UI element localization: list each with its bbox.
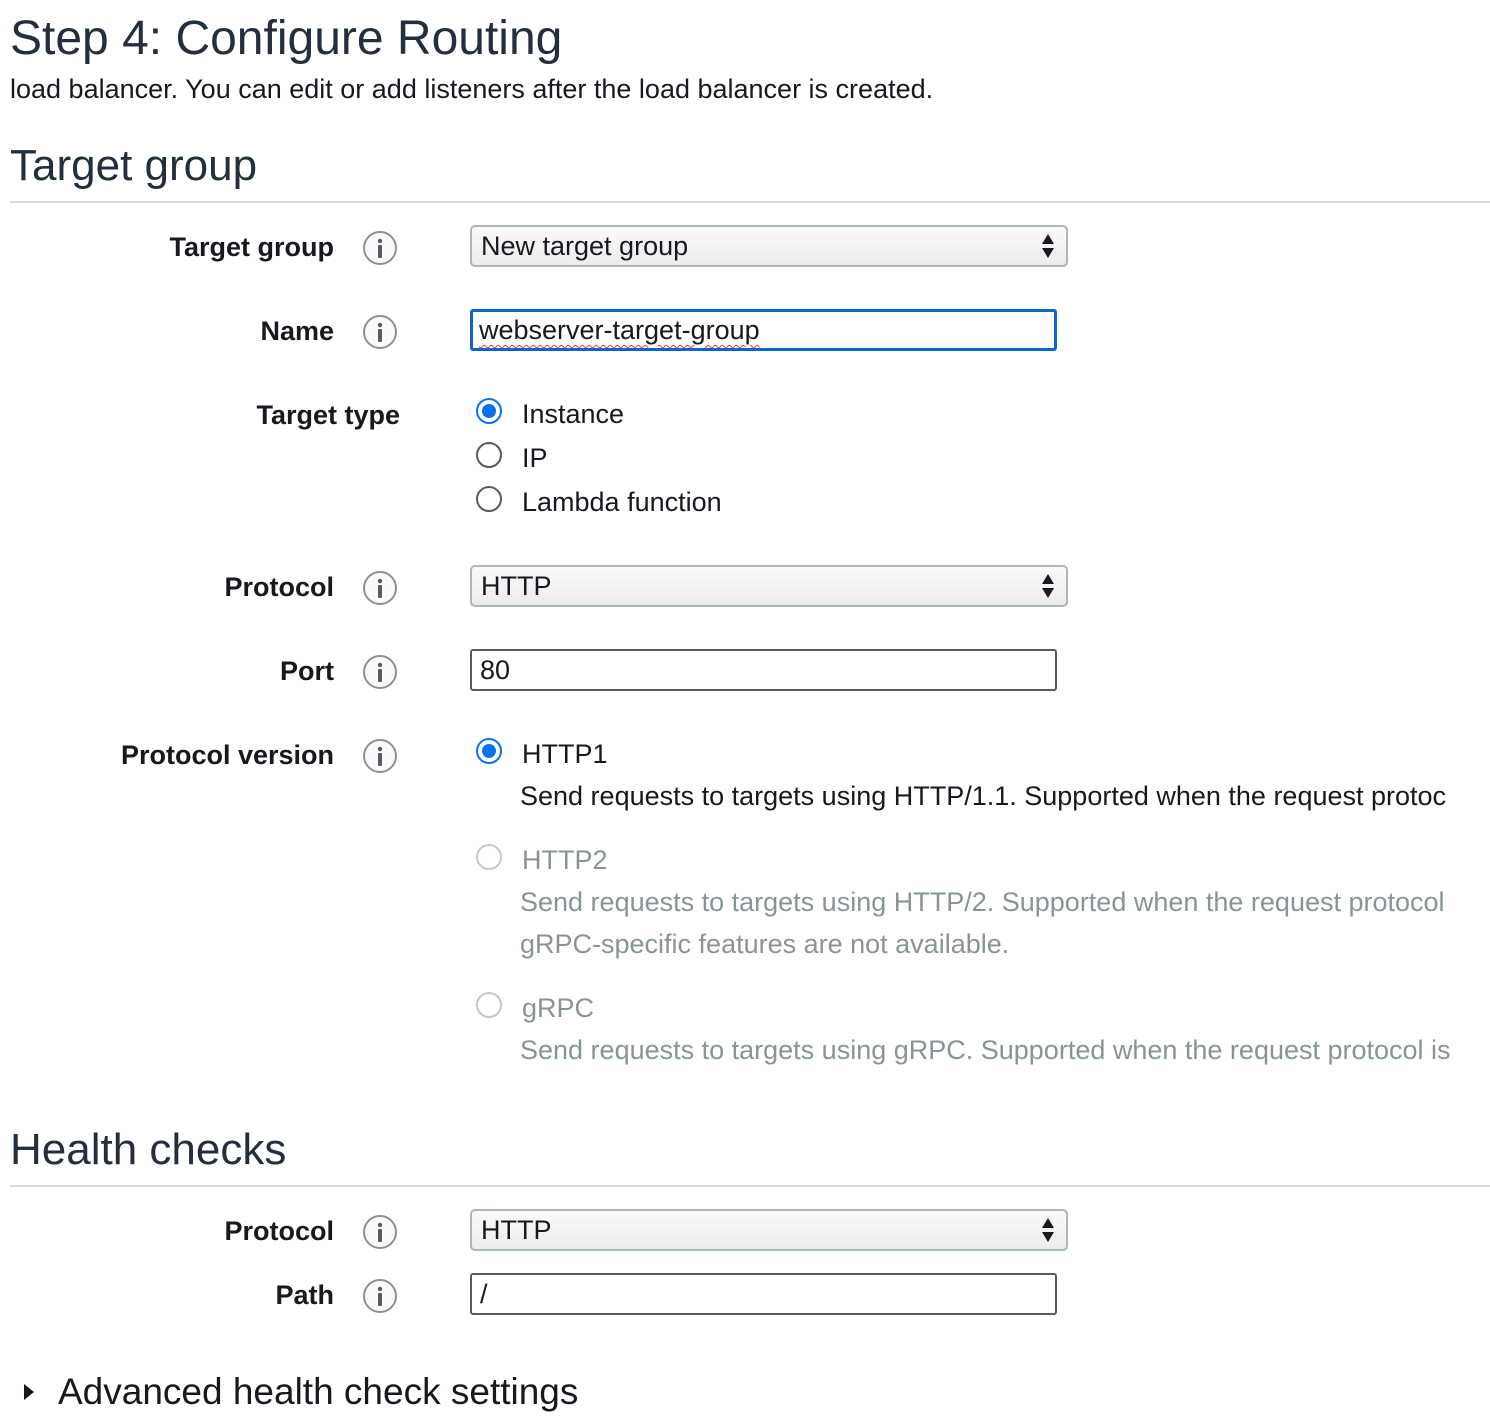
health-check-path-input[interactable]: / xyxy=(470,1273,1057,1315)
health-check-path-input-value: / xyxy=(480,1279,488,1309)
protocol-select[interactable]: HTTP xyxy=(470,565,1068,607)
health-check-protocol-select-value: HTTP xyxy=(481,1215,552,1245)
info-icon[interactable] xyxy=(362,230,398,266)
info-icon[interactable] xyxy=(362,738,398,774)
protocol-version-http1-description: Send requests to targets using HTTP/1.1.… xyxy=(520,781,1447,811)
target-type-lambda-label[interactable]: Lambda function xyxy=(522,486,722,518)
info-icon[interactable] xyxy=(362,570,398,606)
protocol-select-value: HTTP xyxy=(481,571,552,601)
section-title-health-checks: Health checks xyxy=(10,1125,287,1174)
section-divider xyxy=(10,201,1490,203)
advanced-health-check-settings-toggle[interactable]: Advanced health check settings xyxy=(22,1372,578,1412)
protocol-version-label: Protocol version xyxy=(120,740,334,770)
target-group-select-value: New target group xyxy=(481,231,689,261)
info-icon[interactable] xyxy=(362,1214,398,1250)
target-type-label: Target type xyxy=(256,400,400,430)
info-icon[interactable] xyxy=(362,654,398,690)
page-title: Step 4: Configure Routing xyxy=(10,12,563,65)
page-description: load balancer. You can edit or add liste… xyxy=(10,74,934,104)
up-down-caret-icon xyxy=(1039,1215,1057,1245)
section-divider xyxy=(10,1185,1490,1187)
protocol-version-http1-radio[interactable] xyxy=(476,738,502,764)
configure-routing-page: Step 4: Configure Routing load balancer.… xyxy=(0,0,1490,1426)
target-type-ip-label[interactable]: IP xyxy=(522,442,548,474)
name-label: Name xyxy=(260,316,334,346)
caret-right-icon xyxy=(22,1382,36,1402)
port-label: Port xyxy=(280,656,334,686)
port-input[interactable]: 80 xyxy=(470,649,1057,691)
protocol-version-http2-description-continued: gRPC-specific features are not available… xyxy=(520,929,1010,959)
section-title-target-group: Target group xyxy=(10,141,258,190)
target-group-select[interactable]: New target group xyxy=(470,225,1068,267)
protocol-version-http2-description: Send requests to targets using HTTP/2. S… xyxy=(520,887,1445,917)
port-input-value: 80 xyxy=(480,655,511,685)
advanced-health-check-settings-label: Advanced health check settings xyxy=(58,1371,579,1412)
info-icon[interactable] xyxy=(362,1278,398,1314)
protocol-version-grpc-description: Send requests to targets using gRPC. Sup… xyxy=(520,1035,1451,1065)
info-icon[interactable] xyxy=(362,314,398,350)
name-input-value: webserver-target-group xyxy=(479,315,760,345)
health-check-path-label: Path xyxy=(275,1280,334,1310)
protocol-version-http2-label[interactable]: HTTP2 xyxy=(522,844,608,876)
health-check-protocol-select[interactable]: HTTP xyxy=(470,1209,1068,1251)
name-input[interactable]: webserver-target-group xyxy=(470,309,1057,351)
up-down-caret-icon xyxy=(1039,571,1057,601)
health-check-protocol-label: Protocol xyxy=(224,1216,334,1246)
protocol-version-http2-radio[interactable] xyxy=(476,844,502,870)
target-type-instance-label[interactable]: Instance xyxy=(522,398,624,430)
target-type-ip-radio[interactable] xyxy=(476,442,502,468)
protocol-version-grpc-radio[interactable] xyxy=(476,992,502,1018)
target-type-lambda-radio[interactable] xyxy=(476,486,502,512)
protocol-version-http1-label[interactable]: HTTP1 xyxy=(522,738,608,770)
target-group-label: Target group xyxy=(169,232,335,262)
protocol-label: Protocol xyxy=(224,572,334,602)
target-type-instance-radio[interactable] xyxy=(476,398,502,424)
up-down-caret-icon xyxy=(1039,231,1057,261)
protocol-version-grpc-label[interactable]: gRPC xyxy=(522,992,594,1024)
